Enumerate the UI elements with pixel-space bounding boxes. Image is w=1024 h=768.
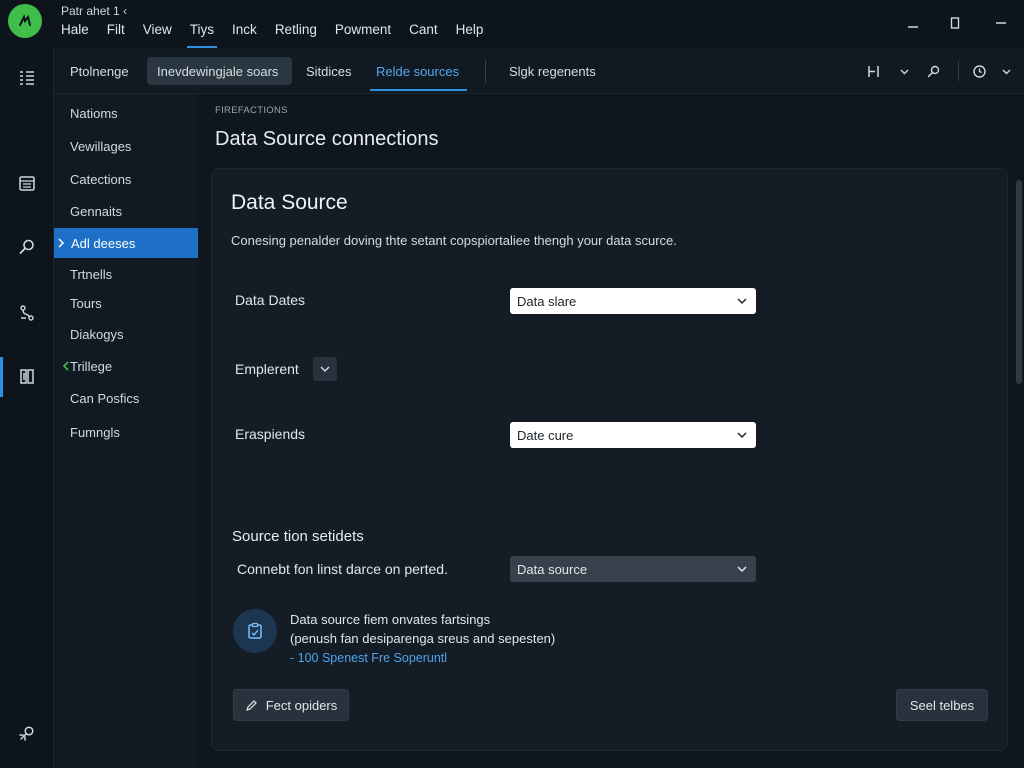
menu-item-cant[interactable]: Cant bbox=[400, 20, 447, 48]
menu-item-inck[interactable]: Inck bbox=[223, 20, 266, 48]
data-source-value: Data source bbox=[517, 561, 588, 577]
activity-bar bbox=[0, 48, 54, 768]
source-control-icon[interactable] bbox=[15, 301, 39, 325]
tab-sitdices[interactable]: Sitdices bbox=[296, 57, 362, 85]
sidebar-item-can-posfics[interactable]: Can Posfics bbox=[54, 383, 198, 413]
sidebar-item-adl-deeses[interactable]: Adl deeses bbox=[54, 228, 198, 258]
collapse-chevron-icon[interactable] bbox=[62, 351, 72, 381]
card-title: Data Source bbox=[231, 191, 348, 214]
split-editor-icon[interactable] bbox=[862, 60, 884, 82]
calendar-icon[interactable] bbox=[15, 171, 39, 195]
clipboard-icon bbox=[233, 609, 277, 653]
maximize-icon[interactable] bbox=[944, 12, 966, 34]
field-label-eraspiends: Eraspiends bbox=[235, 426, 306, 442]
data-dates-select[interactable]: Data slare bbox=[510, 288, 756, 314]
close-icon[interactable] bbox=[990, 12, 1012, 34]
window-title: Patr ahet 1 ‹ bbox=[61, 4, 128, 18]
chevron-down-icon bbox=[737, 566, 747, 573]
field-label-data-dates: Data Dates bbox=[235, 292, 306, 308]
search-tool-icon[interactable] bbox=[922, 60, 944, 82]
chevron-down-icon bbox=[737, 432, 747, 439]
menu-item-filt[interactable]: Filt bbox=[98, 20, 134, 48]
breadcrumb: FIREFACTIONS bbox=[215, 105, 288, 116]
menu-bar: Hale Filt View Tiys Inck Retling Powment… bbox=[52, 20, 492, 48]
eraspiends-value: Date cure bbox=[517, 427, 574, 443]
chevron-down-icon[interactable] bbox=[893, 60, 915, 82]
book-icon[interactable] bbox=[15, 364, 39, 388]
sidebar-item-natioms[interactable]: Natioms bbox=[54, 98, 198, 128]
clock-icon[interactable] bbox=[968, 60, 990, 82]
chevron-down-icon-2[interactable] bbox=[995, 60, 1017, 82]
tab-relde-sources[interactable]: Relde sources bbox=[366, 57, 469, 85]
sidebar-item-catections[interactable]: Catections bbox=[54, 164, 198, 194]
activity-active-indicator bbox=[0, 357, 3, 397]
sidebar-item-vewillages[interactable]: Vewillages bbox=[54, 131, 198, 161]
emplerent-dropdown[interactable] bbox=[313, 357, 337, 381]
page-title: Data Source connections bbox=[215, 128, 439, 150]
card-description: Conesing penalder doving thte setant cop… bbox=[231, 233, 677, 248]
chevron-down-icon bbox=[737, 298, 747, 305]
pencil-icon bbox=[245, 699, 257, 711]
vertical-scrollbar[interactable] bbox=[1016, 180, 1022, 384]
data-source-select[interactable]: Data source bbox=[510, 556, 756, 582]
chevron-down-icon bbox=[320, 366, 330, 373]
tab-inevdewingjale-soars[interactable]: Inevdewingjale soars bbox=[147, 57, 292, 85]
info-link[interactable]: - 100 Spenest Fre Soperuntl bbox=[290, 651, 447, 665]
sidebar-item-trtnells[interactable]: Trtnells bbox=[54, 259, 198, 289]
active-item-pointer bbox=[186, 229, 198, 257]
toolbar-divider bbox=[958, 61, 959, 81]
menu-item-hale[interactable]: Hale bbox=[52, 20, 98, 48]
sidebar-item-gennaits[interactable]: Gennaits bbox=[54, 196, 198, 226]
app-logo-icon[interactable] bbox=[8, 4, 42, 38]
section-row-label: Connebt fon linst darce on perted. bbox=[237, 561, 448, 577]
tab-slgk-regenents[interactable]: Slgk regenents bbox=[499, 57, 606, 85]
menu-item-tiys[interactable]: Tiys bbox=[181, 20, 223, 48]
chevron-right-icon bbox=[57, 228, 67, 258]
info-line-1: Data source fiem onvates fartsings bbox=[290, 612, 491, 627]
fect-opiders-button[interactable]: Fect opiders bbox=[233, 689, 349, 721]
fect-opiders-label: Fect opiders bbox=[265, 697, 338, 713]
info-line-2: (penush fan desiparenga sreus and sepest… bbox=[290, 631, 556, 646]
sidebar-item-tours[interactable]: Tours bbox=[54, 288, 198, 318]
minimize-icon[interactable] bbox=[902, 12, 924, 34]
eraspiends-select[interactable]: Date cure bbox=[510, 422, 756, 448]
search-icon[interactable] bbox=[15, 235, 39, 259]
seel-telbes-button[interactable]: Seel telbes bbox=[896, 689, 988, 721]
field-label-emplerent: Emplerent bbox=[235, 361, 299, 377]
tab-ptolnenge[interactable]: Ptolnenge bbox=[60, 57, 139, 85]
menu-item-powment[interactable]: Powment bbox=[326, 20, 400, 48]
menu-item-view[interactable]: View bbox=[134, 20, 181, 48]
section-title: Source tion setidets bbox=[232, 528, 364, 545]
explorer-list-icon[interactable] bbox=[15, 66, 39, 90]
sidebar-item-fumngls[interactable]: Fumngls bbox=[54, 417, 198, 447]
sidebar-item-diakogys[interactable]: Diakogys bbox=[54, 319, 198, 349]
settings-icon[interactable] bbox=[15, 721, 39, 745]
active-tab-indicator bbox=[370, 89, 467, 91]
seel-telbes-label: Seel telbes bbox=[909, 697, 975, 713]
sidebar-item-trillege[interactable]: Trillege bbox=[54, 351, 198, 381]
menu-item-help[interactable]: Help bbox=[447, 20, 493, 48]
menu-item-retling[interactable]: Retling bbox=[266, 20, 326, 48]
tab-divider bbox=[485, 59, 486, 83]
data-dates-value: Data slare bbox=[517, 293, 577, 309]
